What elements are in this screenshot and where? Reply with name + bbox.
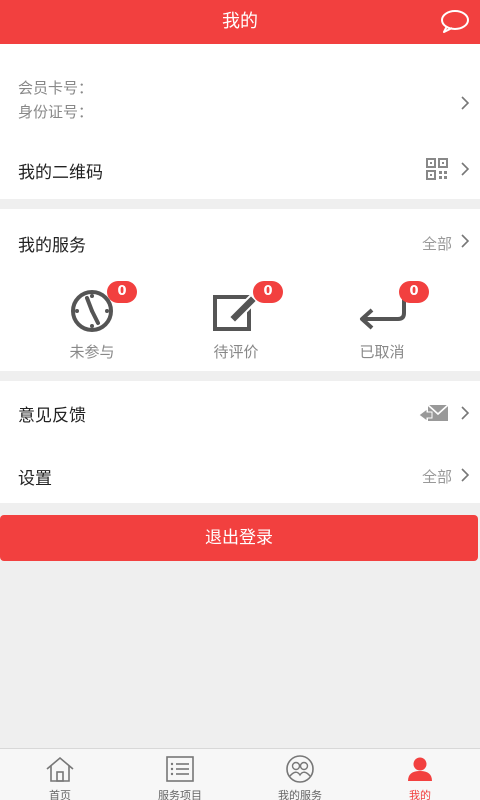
cancelled-count-badge: 0 [399, 281, 429, 303]
feedback-label: 意见反馈 [18, 406, 86, 426]
qr-code-icon [426, 158, 448, 180]
chevron-right-icon [461, 468, 470, 482]
profile-section: 会员卡号： 身份证号： 我的二维码 [0, 44, 480, 199]
service-item-cancelled[interactable]: 0 已取消 [322, 281, 442, 369]
pending-review-count-badge: 0 [253, 281, 283, 303]
not-joined-label: 未参与 [69, 343, 115, 361]
logout-button[interactable]: 退出登录 [0, 515, 478, 561]
tab-service-projects[interactable]: 服务项目 [120, 749, 240, 800]
person-icon [408, 757, 432, 781]
tab-service-projects-label: 服务项目 [158, 789, 202, 800]
cancelled-label: 已取消 [359, 343, 405, 361]
app-header: 我的 [0, 0, 480, 44]
misc-section: 意见反馈 设置 全部 [0, 381, 480, 503]
services-title: 我的服务 [18, 236, 86, 256]
people-icon [286, 755, 314, 783]
tab-my-services[interactable]: 我的服务 [240, 749, 360, 800]
message-bubble-icon[interactable] [440, 9, 470, 33]
chevron-right-icon [461, 234, 470, 248]
service-item-not-joined[interactable]: 0 未参与 [32, 281, 152, 369]
mail-send-icon [418, 404, 449, 422]
services-header-row[interactable]: 我的服务 全部 [0, 209, 480, 271]
tab-mine[interactable]: 我的 [360, 749, 480, 800]
qrcode-row[interactable]: 我的二维码 [0, 144, 480, 194]
page-title: 我的 [222, 11, 258, 32]
member-card-label: 会员卡号： [18, 79, 94, 97]
services-section: 我的服务 全部 0 未参与 0 待评价 0 已取消 [0, 209, 480, 371]
home-icon [46, 756, 74, 782]
tab-my-services-label: 我的服务 [278, 789, 322, 800]
services-all-link: 全部 [421, 235, 452, 253]
service-item-pending-review[interactable]: 0 待评价 [176, 281, 296, 369]
chevron-right-icon [461, 406, 470, 420]
feedback-row[interactable]: 意见反馈 [0, 381, 480, 443]
bottom-tab-bar: 首页 服务项目 我的服务 我的 [0, 748, 480, 800]
settings-row[interactable]: 设置 全部 [0, 443, 480, 503]
settings-right-label: 全部 [421, 468, 452, 486]
profile-row[interactable]: 会员卡号： 身份证号： [0, 44, 480, 139]
not-joined-count-badge: 0 [107, 281, 137, 303]
qrcode-label: 我的二维码 [18, 163, 103, 183]
list-icon [166, 756, 194, 782]
chevron-right-icon [461, 162, 470, 176]
settings-label: 设置 [18, 469, 52, 489]
id-card-label: 身份证号： [18, 103, 94, 121]
tab-mine-label: 我的 [409, 789, 431, 800]
chevron-right-icon [461, 96, 470, 110]
tab-home[interactable]: 首页 [0, 749, 120, 800]
pending-review-label: 待评价 [213, 343, 259, 361]
tab-home-label: 首页 [49, 789, 71, 800]
